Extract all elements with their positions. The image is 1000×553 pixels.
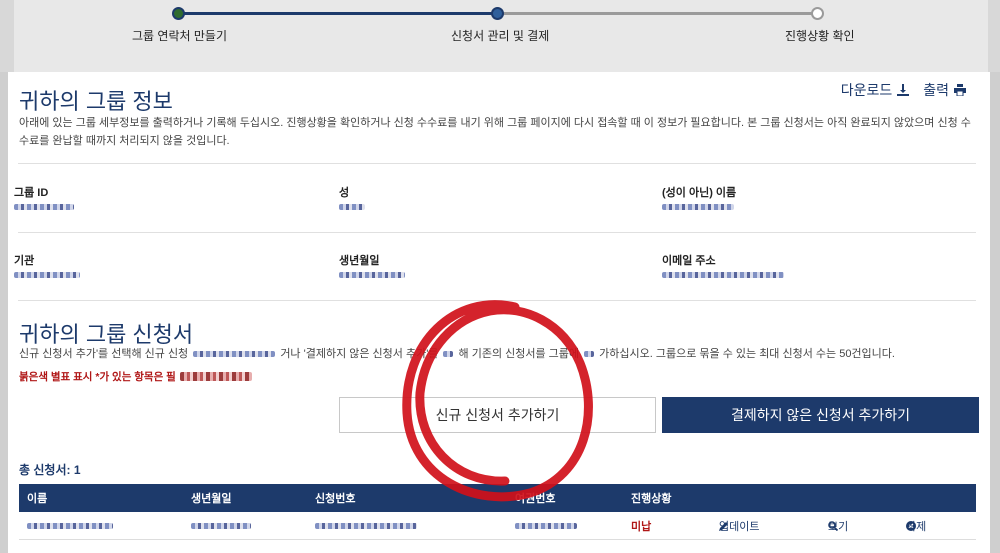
redacted-value: [193, 351, 276, 358]
update-label: 업데이트: [719, 520, 760, 533]
description-part-3: 해 기존의 신청서를 그룹에: [458, 348, 580, 360]
download-icon: [897, 84, 910, 96]
print-link[interactable]: 출력: [923, 80, 966, 100]
description-part-2: 거나 '결제하지 않은 신청서 추가'를: [280, 348, 439, 360]
redacted-value: [14, 272, 80, 278]
required-note: 붉은색 별표 표시 *가 있는 항목은 필: [19, 369, 252, 384]
birthdate-field: 생년월일: [339, 252, 405, 278]
surname-label: 성: [339, 187, 350, 199]
group-info-title: 귀하의 그룹 정보: [19, 89, 173, 114]
redacted-value: [191, 522, 251, 529]
status-badge: 미납: [631, 520, 652, 533]
print-label: 출력: [923, 82, 949, 98]
download-link[interactable]: 다운로드: [841, 80, 910, 100]
redacted-value: [584, 351, 595, 358]
download-label: 다운로드: [840, 82, 893, 98]
organization-label: 기관: [14, 255, 35, 267]
surname-field: 성: [339, 184, 365, 210]
step-2-indicator: [491, 7, 504, 20]
step-1-label: 그룹 연락처 만들기: [132, 29, 227, 43]
page-actions: 다운로드 출력: [841, 80, 966, 100]
step-2-label: 신청서 관리 및 결제: [451, 29, 550, 43]
redacted-value: [339, 204, 365, 210]
redacted-value: [443, 351, 454, 358]
divider: [18, 232, 976, 233]
table-row: 미납 업데이트 보기 삭제: [19, 512, 976, 540]
col-application-number: 신청번호: [315, 493, 356, 505]
birthdate-label: 생년월일: [339, 255, 380, 267]
table-header: 이름 생년월일 신청번호 여권번호 진행상황: [19, 484, 976, 512]
applications-description: 신규 신청서 추가'를 선택해 신규 신청 거나 '결제하지 않은 신청서 추가…: [19, 345, 979, 363]
given-name-label: (성이 아닌) 이름: [662, 187, 737, 199]
redacted-value: [662, 204, 734, 210]
delete-link[interactable]: 삭제: [906, 520, 926, 533]
organization-field: 기관: [14, 252, 80, 278]
shade-right: [988, 0, 1000, 72]
col-passport-number: 여권번호: [515, 493, 556, 505]
group-info-description: 아래에 있는 그룹 세부정보를 출력하거나 기록해 두십시오. 진행상황을 확인…: [19, 117, 971, 147]
add-unpaid-application-button[interactable]: 결제하지 않은 신청서 추가하기: [662, 397, 979, 433]
redacted-value: [339, 272, 405, 278]
description-part-1: 신규 신청서 추가'를 선택해 신규 신청: [19, 348, 189, 360]
given-name-field: (성이 아닌) 이름: [662, 184, 736, 210]
redacted-value: [662, 272, 784, 278]
email-field: 이메일 주소: [662, 252, 784, 278]
total-applications: 총 신청서: 1: [19, 463, 81, 477]
description-part-4: 가하십시오. 그룹으로 묶을 수 있는 최대 신청서 수는 50건입니다.: [599, 348, 895, 360]
group-id-field: 그룹 ID: [14, 184, 74, 210]
redacted-value: [179, 372, 252, 381]
stepper-track-pending: [498, 12, 818, 15]
col-birthdate: 생년월일: [191, 493, 232, 505]
shade-left: [0, 0, 14, 72]
col-name: 이름: [27, 493, 48, 505]
group-id-label: 그룹 ID: [14, 187, 49, 199]
redacted-value: [27, 522, 113, 529]
update-link[interactable]: 업데이트: [719, 521, 759, 533]
col-status: 진행상황: [631, 493, 672, 505]
delete-label: 삭제: [906, 520, 927, 533]
main-panel: 다운로드 출력 귀하의 그룹 정보 아래에 있는 그룹 세부정보를 출력하거나 …: [8, 72, 990, 553]
divider: [18, 300, 976, 301]
add-new-application-button[interactable]: 신규 신청서 추가하기: [339, 397, 656, 433]
printer-icon: [954, 84, 966, 96]
view-label: 보기: [828, 520, 849, 533]
divider: [18, 163, 976, 164]
view-link[interactable]: 보기: [828, 521, 848, 533]
applications-table: 이름 생년월일 신청번호 여권번호 진행상황 미납 업데이트 보기 삭제: [19, 484, 976, 540]
required-note-text: 붉은색 별표 표시 *가 있는 항목은 필: [19, 371, 176, 383]
step-3-label: 진행상황 확인: [785, 29, 855, 43]
step-1-indicator: [172, 7, 185, 20]
progress-stepper: 그룹 연락처 만들기 신청서 관리 및 결제 진행상황 확인: [0, 0, 1000, 72]
email-label: 이메일 주소: [662, 255, 716, 267]
redacted-value: [515, 522, 577, 529]
redacted-value: [14, 204, 74, 210]
stepper-track-complete: [178, 12, 498, 15]
redacted-value: [315, 522, 417, 529]
step-3-indicator: [811, 7, 824, 20]
